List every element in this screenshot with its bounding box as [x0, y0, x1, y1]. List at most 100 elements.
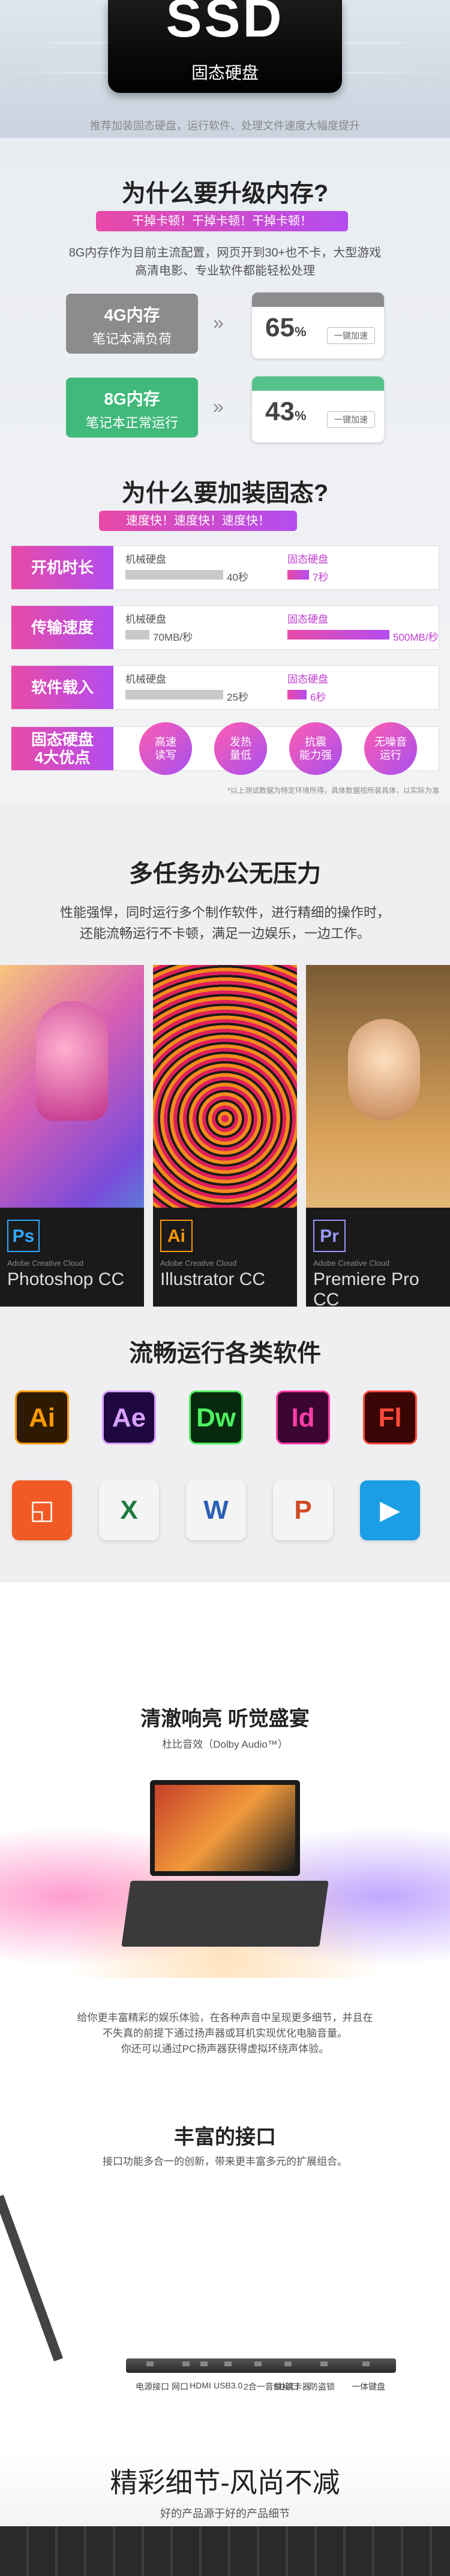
- advantage-badge: 发热 量低: [214, 722, 267, 775]
- ssd-bar: [287, 630, 389, 640]
- hdd-bar: [125, 630, 149, 640]
- laptop-screen: [150, 1780, 300, 1876]
- speedup-button-4g[interactable]: 一键加速: [327, 327, 375, 344]
- port-slot: [182, 2361, 190, 2366]
- software-icon-dw: Dw: [189, 1390, 243, 1444]
- port-label: 网口: [172, 2382, 188, 2391]
- hdd-value: 40秒: [227, 572, 248, 583]
- comparison-label: 传输速度: [11, 606, 113, 649]
- software-icon-fl: Fl: [363, 1390, 417, 1444]
- footnote: *以上测试数据为特定环境所得，具体数据视所装具体，以实际为准: [227, 786, 439, 795]
- speedup-button-8g[interactable]: 一键加速: [327, 411, 375, 428]
- ssd-value: 500MB/秒: [393, 632, 439, 643]
- advantage-line: 高速: [155, 736, 176, 748]
- card-4g-title: 4G内存: [104, 306, 160, 324]
- comparison-row: 软件载入 机械硬盘 25秒 固态硬盘 6秒: [11, 665, 439, 710]
- monitor-titlebar: [252, 376, 384, 391]
- arrow-icon: »: [213, 312, 224, 333]
- advantage-line: 能力强: [299, 749, 332, 761]
- ports-sub: 接口功能多合一的创新，带来更丰富多元的扩展组合。: [103, 2156, 347, 2167]
- hero-banner: SSD 固态硬盘 推荐加装固态硬盘，运行软件、处理文件速度大幅度提升: [0, 0, 450, 138]
- software-icon-1: X: [99, 1480, 159, 1540]
- software-icon-4: ▶: [360, 1480, 420, 1540]
- port-slot: [224, 2361, 232, 2366]
- ssd-bar: [287, 570, 309, 580]
- software-icon-0: ◱: [12, 1480, 72, 1540]
- hdd-bar: [125, 570, 223, 580]
- hdd-value: 25秒: [227, 692, 248, 703]
- office-desc-2: 还能流畅运行不卡顿，满足一边娱乐，一边工作。: [79, 926, 370, 941]
- card-8g-title: 8G内存: [104, 390, 160, 408]
- ssd-name: 固态硬盘: [287, 554, 328, 565]
- hero-tagline: 推荐加装固态硬盘，运行软件、处理文件速度大幅度提升: [90, 120, 360, 132]
- software-icon-ai: Ai: [15, 1390, 69, 1444]
- laptop-keyboard: [121, 1881, 329, 1947]
- monitor-8g: 43% 一键加速: [252, 376, 384, 442]
- details-sub: 好的产品源于好的产品细节: [160, 2508, 290, 2520]
- app-suite-label: Adobe Creative Cloud: [160, 1259, 237, 1268]
- hdd-value: 70MB/秒: [153, 632, 193, 643]
- ssd-card: SSD 固态硬盘: [108, 0, 342, 93]
- advantage-line: 抗震: [305, 736, 326, 748]
- office-heading: 多任务办公无压力: [129, 861, 321, 887]
- memory-desc-1: 8G内存作为目前主流配置，网页开到30+也不卡，大型游戏: [68, 246, 382, 260]
- port-label: HDMI: [190, 2381, 211, 2390]
- percent-4g: 65%: [265, 313, 307, 342]
- app-icon-pr: Pr: [313, 1220, 346, 1252]
- card-8g: 8G内存 笔记本正常运行: [66, 378, 198, 438]
- comparison-label: 开机时长: [11, 546, 113, 589]
- software-icon-ae: Ae: [102, 1390, 156, 1444]
- hdd-name: 机械硬盘: [125, 614, 166, 625]
- portrait-art: [348, 1019, 420, 1121]
- card-4g-note: 笔记本满负荷: [92, 331, 172, 346]
- advantage-line: 发热: [230, 736, 251, 748]
- hdd-bar: [125, 690, 223, 699]
- port-label: 防盗锁: [310, 2382, 335, 2391]
- advantage-line: 读写: [155, 749, 176, 761]
- ssd-value: 7秒: [313, 572, 329, 583]
- percent-8g: 43%: [265, 397, 307, 426]
- audio-sub: 杜比音效（Dolby Audio™）: [162, 1739, 288, 1750]
- port-slot: [146, 2361, 154, 2366]
- memory-badge: 干掉卡顿！干掉卡顿！干掉卡顿！: [96, 211, 348, 231]
- monitor-4g: 65% 一键加速: [252, 292, 384, 358]
- app-name: Premiere Pro CC: [313, 1269, 419, 1310]
- software-icon-id: Id: [276, 1390, 330, 1444]
- ssd-heading: 为什么要加装固态?: [121, 480, 329, 506]
- comparison-label: 软件载入: [11, 666, 113, 709]
- port-label: SD读卡器: [274, 2382, 311, 2391]
- port-slot: [200, 2361, 208, 2366]
- app-suite-label: Adobe Creative Cloud: [7, 1259, 84, 1268]
- audio-desc-3: 你还可以通过PC扬声器获得虚拟环绕声体验。: [121, 2043, 329, 2055]
- comparison-row: 传输速度 机械硬盘 70MB/秒 固态硬盘 500MB/秒: [11, 605, 439, 650]
- advantage-badge: 高速 读写: [139, 722, 192, 775]
- ports-heading: 丰富的接口: [174, 2126, 276, 2149]
- hdd-name: 机械硬盘: [125, 554, 166, 565]
- ssd-title: SSD: [166, 0, 284, 49]
- port-slot: [284, 2361, 292, 2366]
- software-icon-2: W: [186, 1480, 246, 1540]
- audio-heading: 清澈响亮 听觉盛宴: [140, 1708, 310, 1730]
- port-label: 一体键盘: [352, 2382, 385, 2391]
- app-name: Photoshop CC: [7, 1269, 125, 1289]
- port-label: USB3.0: [214, 2381, 243, 2390]
- app-suite-label: Adobe Creative Cloud: [313, 1259, 390, 1268]
- ssd-value: 6秒: [310, 692, 326, 703]
- advantage-line: 运行: [380, 749, 401, 761]
- software-heading: 流畅运行各类软件: [129, 1340, 321, 1367]
- monitor-titlebar: [252, 292, 384, 307]
- advantage-badge: 抗震 能力强: [289, 722, 342, 775]
- card-4g: 4G内存 笔记本满负荷: [66, 294, 198, 354]
- ssd-badge: 速度快！速度快！速度快！: [99, 511, 297, 531]
- app-name: Illustrator CC: [160, 1269, 266, 1289]
- premiere-panel: [306, 965, 450, 1307]
- portrait-art: [36, 1001, 108, 1121]
- audio-desc-1: 给你更丰富精彩的娱乐体验，在各种声音中呈现更多细节，并且在: [77, 2012, 373, 2023]
- ssd-subtitle: 固态硬盘: [191, 64, 259, 82]
- photoshop-panel: [0, 965, 144, 1307]
- advantage-badge: 无噪音 运行: [364, 722, 417, 775]
- memory-desc-2: 高清电影、专业软件都能轻松处理: [135, 264, 315, 277]
- illustrator-panel: [153, 965, 297, 1307]
- port-slot: [254, 2361, 262, 2366]
- advantages-label: 固态硬盘 4大优点: [11, 727, 113, 770]
